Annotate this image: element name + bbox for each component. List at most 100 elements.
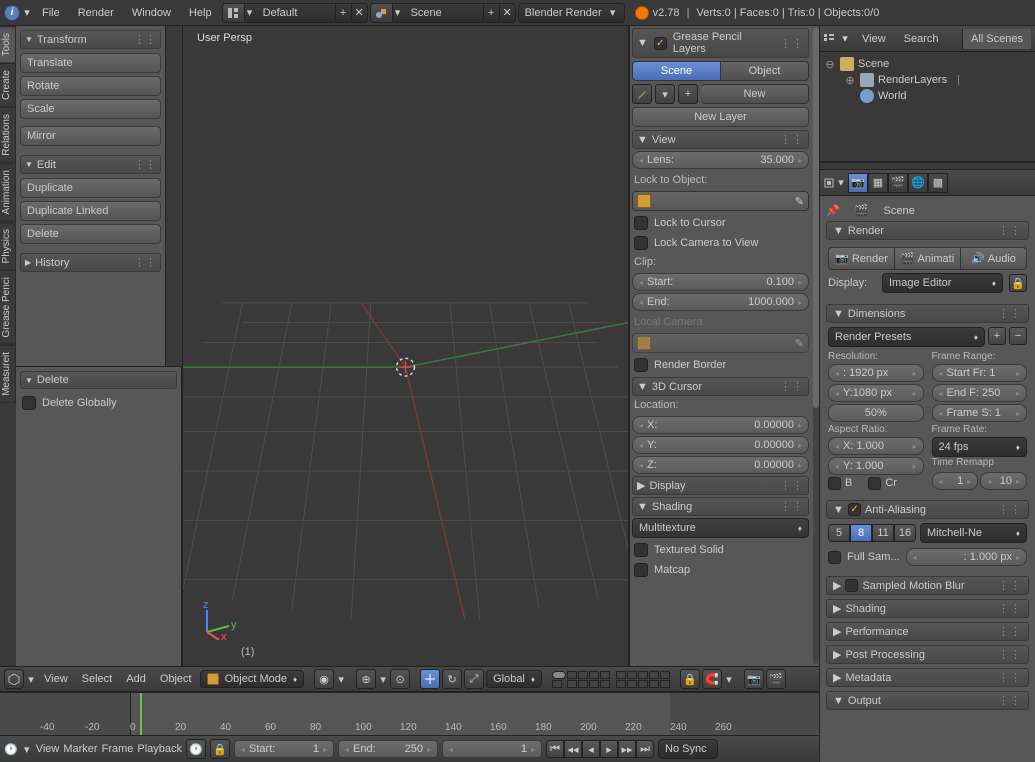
jump-end-icon[interactable]: ⏭ <box>636 740 654 758</box>
tab-physics[interactable]: Physics <box>0 222 16 270</box>
chk-full-sample[interactable] <box>828 551 841 564</box>
cursor-x[interactable]: ◂X:0.00000▸ <box>632 416 809 434</box>
remap-old-field[interactable]: ◂1▸ <box>932 472 979 490</box>
btn-audio[interactable]: 🔊Audio <box>961 247 1027 270</box>
panel-grease-pencil[interactable]: ▼Grease Pencil Layers⋮⋮ <box>632 28 809 58</box>
menu-render[interactable]: Render <box>70 3 122 23</box>
local-camera-field[interactable]: ✎ <box>632 333 809 353</box>
tl-menu-frame[interactable]: Frame <box>102 743 134 755</box>
aa-5[interactable]: 5 <box>828 524 850 542</box>
menu-add[interactable]: Add <box>120 669 152 689</box>
remap-new-field[interactable]: ◂10▸ <box>980 472 1027 490</box>
tab-animation[interactable]: Animation <box>0 163 16 221</box>
3d-viewport[interactable]: User Persp z y x <box>182 26 629 666</box>
panel-postprocessing-header[interactable]: ▶Post Processing⋮⋮ <box>826 645 1029 664</box>
screen-layout-selector[interactable]: ▾ Default + ✕ <box>222 3 368 23</box>
res-y-field[interactable]: ◂Y:1080 px▸ <box>828 384 924 402</box>
chk-lock-camera[interactable]: Lock Camera to View <box>632 233 809 253</box>
preset-add-icon[interactable]: + <box>988 327 1006 345</box>
lock-layers-icon[interactable]: 🔒 <box>680 669 700 689</box>
gp-new-btn[interactable]: New <box>701 84 809 104</box>
aspect-x-field[interactable]: ◂X: 1.000▸ <box>828 437 924 455</box>
tl-menu-marker[interactable]: Marker <box>63 743 97 755</box>
clip-end-field[interactable]: ◂End:1000.000▸ <box>632 293 809 311</box>
aa-16[interactable]: 16 <box>894 524 916 542</box>
editor-type-dropdown[interactable]: ▾ <box>22 6 32 19</box>
use-preview-range-icon[interactable]: 🕐 <box>186 739 206 759</box>
panel-history-header[interactable]: ▶History⋮⋮ <box>20 253 161 272</box>
eyedropper-icon[interactable]: ✎ <box>795 337 804 350</box>
tab-relations[interactable]: Relations <box>0 107 16 163</box>
render-anim-icon[interactable]: 🎬 <box>766 669 786 689</box>
manipulator-rotate-icon[interactable]: ↻ <box>442 669 462 689</box>
tab-render-icon[interactable]: 📷 <box>848 173 868 193</box>
preset-remove-icon[interactable]: − <box>1009 327 1027 345</box>
tree-renderlayers[interactable]: ⊕RenderLayers| <box>822 72 1033 88</box>
panel-performance-header[interactable]: ▶Performance⋮⋮ <box>826 622 1029 641</box>
pencil-icon[interactable] <box>632 84 652 104</box>
panel-view[interactable]: ▼View⋮⋮ <box>632 130 809 149</box>
panel-transform-header[interactable]: ▼Transform⋮⋮ <box>20 30 161 49</box>
render-engine-selector[interactable]: Blender Render ▾ <box>518 3 625 23</box>
info-icon[interactable]: i <box>4 5 20 21</box>
keyframe-next-icon[interactable]: ▸▸ <box>618 740 636 758</box>
layout-remove[interactable]: ✕ <box>351 4 367 22</box>
tl-end-field[interactable]: ◂End:250▸ <box>338 740 438 758</box>
play-reverse-icon[interactable]: ◂ <box>582 740 600 758</box>
outliner-menu-view[interactable]: View <box>856 29 892 49</box>
tab-renderlayers-icon[interactable]: ▦ <box>868 173 888 193</box>
scene-remove[interactable]: ✕ <box>499 4 515 22</box>
editor-type-icon[interactable] <box>4 669 24 689</box>
manipulator-scale-icon[interactable]: ⤢ <box>464 669 484 689</box>
chk-crop[interactable] <box>868 477 881 490</box>
panel-metadata-header[interactable]: ▶Metadata⋮⋮ <box>826 668 1029 687</box>
properties-editor-icon[interactable] <box>824 178 834 188</box>
scene-selector[interactable]: ▾ Scene + ✕ <box>370 3 516 23</box>
display-mode-selector[interactable]: Image Editor♦ <box>882 273 1003 293</box>
outliner-editor-icon[interactable] <box>824 34 834 44</box>
aa-filter-selector[interactable]: Mitchell-Ne♦ <box>920 523 1027 543</box>
btn-duplicate-linked[interactable]: Duplicate Linked <box>20 201 161 221</box>
gp-scene-btn[interactable]: Scene <box>632 61 721 81</box>
chk-delete-globally[interactable]: Delete Globally <box>20 393 177 413</box>
tree-scene[interactable]: ⊖Scene <box>822 56 1033 72</box>
frame-rate-selector[interactable]: 24 fps♦ <box>932 437 1028 457</box>
panel-delete-header[interactable]: ▼Delete <box>20 371 177 389</box>
tab-scene-icon[interactable]: 🎬 <box>888 173 908 193</box>
frame-end-field[interactable]: ◂End F: 250▸ <box>932 384 1028 402</box>
lock-interface-icon[interactable]: 🔒 <box>1009 274 1027 292</box>
manipulate-center-icon[interactable]: ⊙ <box>390 669 410 689</box>
tab-measureit[interactable]: Measureit <box>0 345 16 403</box>
tree-world[interactable]: World <box>822 88 1033 104</box>
gp-menu[interactable]: ▾ <box>655 84 675 104</box>
btn-translate[interactable]: Translate <box>20 53 161 73</box>
btn-duplicate[interactable]: Duplicate <box>20 178 161 198</box>
tab-texture-icon[interactable]: ▩ <box>928 173 948 193</box>
tl-current-field[interactable]: ◂1▸ <box>442 740 542 758</box>
layout-add[interactable]: + <box>335 4 351 22</box>
timeline-editor-icon[interactable]: 🕐 <box>4 743 18 756</box>
transform-orientation[interactable]: Global♦ <box>486 670 542 688</box>
shading-mode-dropdown[interactable]: Multitexture♦ <box>632 518 809 538</box>
chk-border[interactable] <box>828 477 841 490</box>
chk-textured-solid[interactable]: Textured Solid <box>632 540 809 560</box>
btn-render[interactable]: 📷Render <box>828 247 895 270</box>
lens-field[interactable]: ◂Lens:35.000▸ <box>632 151 809 169</box>
jump-start-icon[interactable]: ⏮ <box>546 740 564 758</box>
render-presets-selector[interactable]: Render Presets♦ <box>828 327 985 347</box>
btn-animation[interactable]: 🎬Animati <box>895 247 961 270</box>
cursor-y[interactable]: ◂Y:0.00000▸ <box>632 436 809 454</box>
btn-mirror[interactable]: Mirror <box>20 126 161 146</box>
cursor-z[interactable]: ◂Z:0.00000▸ <box>632 456 809 474</box>
chk-render-border[interactable]: Render Border <box>632 355 809 375</box>
tab-tools[interactable]: Tools <box>0 26 16 63</box>
shading-icon[interactable]: ◉ <box>314 669 334 689</box>
outliner-tree[interactable]: ⊖Scene ⊕RenderLayers| World <box>820 52 1035 162</box>
layer-buttons[interactable] <box>552 671 670 688</box>
outliner-menu-search[interactable]: Search <box>898 29 945 49</box>
frame-start-field[interactable]: ◂Start Fr: 1▸ <box>932 364 1028 382</box>
gp-add-icon[interactable]: + <box>678 84 698 104</box>
clip-start-field[interactable]: ◂Start:0.100▸ <box>632 273 809 291</box>
aa-11[interactable]: 11 <box>872 524 894 542</box>
snap-icon[interactable]: 🧲 <box>702 669 722 689</box>
